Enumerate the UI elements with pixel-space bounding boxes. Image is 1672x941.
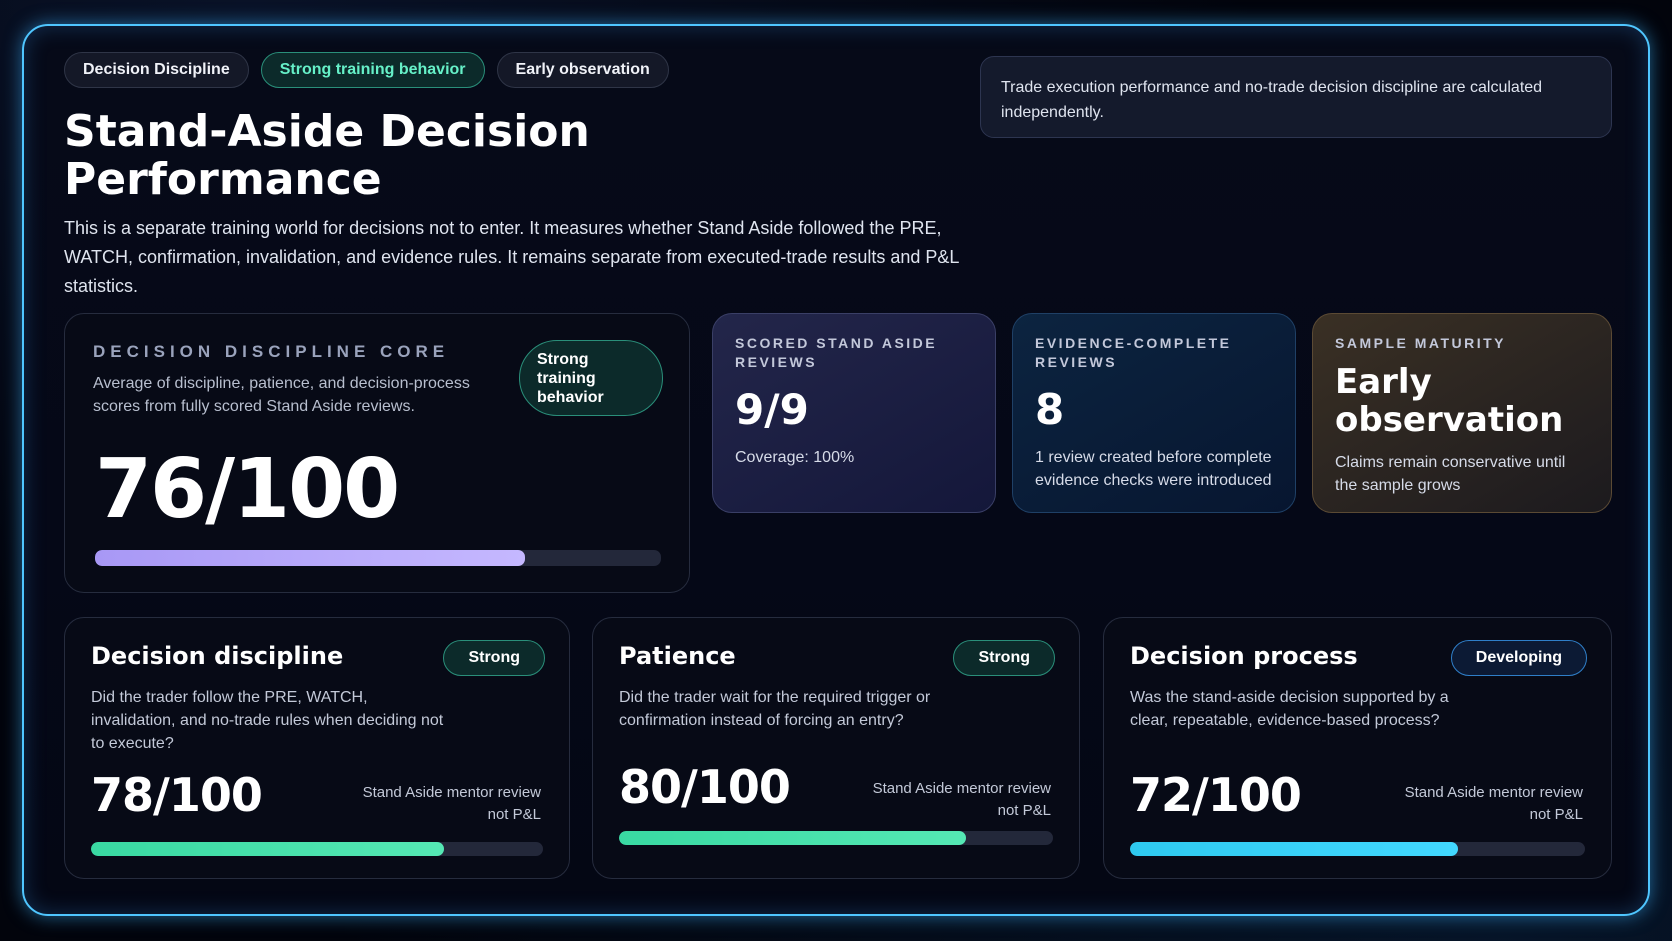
metric-progress-bar bbox=[619, 831, 1053, 845]
metric-score: 78/100 bbox=[91, 768, 263, 822]
stat-value: Early observation bbox=[1335, 362, 1564, 440]
metric-status-badge: Strong bbox=[443, 640, 545, 676]
pill-strong-training-behavior[interactable]: Strong training behavior bbox=[260, 52, 485, 88]
sample-maturity-card: SAMPLE MATURITY Early observation Claims… bbox=[1312, 313, 1612, 513]
core-progress-fill bbox=[95, 550, 526, 566]
stat-label: SCORED STAND ASIDE REVIEWS bbox=[735, 335, 938, 370]
metric-progress-fill bbox=[91, 842, 444, 856]
stat-label: SAMPLE MATURITY bbox=[1335, 335, 1507, 351]
stat-value: 9/9 bbox=[735, 385, 809, 434]
metric-title: Patience bbox=[619, 642, 736, 670]
stat-value: 8 bbox=[1035, 385, 1065, 434]
metric-progress-bar bbox=[91, 842, 543, 856]
core-status-badge: Strong training behavior bbox=[519, 340, 663, 416]
metric-title: Decision process bbox=[1130, 642, 1358, 670]
core-label: DECISION DISCIPLINE CORE bbox=[93, 342, 450, 361]
metric-score: 72/100 bbox=[1130, 768, 1302, 822]
core-progress-bar bbox=[95, 550, 661, 566]
page-description: This is a separate training world for de… bbox=[64, 218, 959, 296]
core-score: 76/100 bbox=[95, 442, 400, 537]
stat-note: Coverage: 100% bbox=[735, 449, 855, 466]
metric-source-note: Stand Aside mentor review not P&L bbox=[1404, 784, 1583, 823]
metric-status-badge: Strong bbox=[953, 640, 1055, 676]
decision-discipline-core-card: DECISION DISCIPLINE CORE Average of disc… bbox=[64, 313, 690, 593]
metric-score: 80/100 bbox=[619, 760, 791, 814]
decision-process-card: Decision process Developing Was the stan… bbox=[1103, 617, 1612, 879]
scored-reviews-card: SCORED STAND ASIDE REVIEWS 9/9 Coverage:… bbox=[712, 313, 996, 513]
page-title: Stand-Aside Decision Performance bbox=[64, 106, 590, 205]
decision-discipline-card: Decision discipline Strong Did the trade… bbox=[64, 617, 570, 879]
metric-status-badge: Developing bbox=[1450, 640, 1587, 676]
stat-note: 1 review created before complete evidenc… bbox=[1035, 449, 1272, 489]
independence-note: Trade execution performance and no-trade… bbox=[980, 56, 1612, 138]
metric-progress-fill bbox=[619, 831, 967, 845]
metric-source-note: Stand Aside mentor review not P&L bbox=[362, 784, 541, 823]
stat-label: EVIDENCE-COMPLETE REVIEWS bbox=[1035, 335, 1232, 370]
metric-title: Decision discipline bbox=[91, 642, 344, 670]
core-subtitle: Average of discipline, patience, and dec… bbox=[93, 375, 470, 415]
metric-description: Did the trader follow the PRE, WATCH, in… bbox=[91, 689, 444, 752]
pill-early-observation[interactable]: Early observation bbox=[496, 52, 669, 88]
metric-progress-bar bbox=[1130, 842, 1585, 856]
patience-card: Patience Strong Did the trader wait for … bbox=[592, 617, 1080, 879]
evidence-complete-card: EVIDENCE-COMPLETE REVIEWS 8 1 review cre… bbox=[1012, 313, 1296, 513]
tag-pills: Decision Discipline Strong training beha… bbox=[64, 52, 669, 88]
metric-source-note: Stand Aside mentor review not P&L bbox=[872, 780, 1051, 819]
stat-note: Claims remain conservative until the sam… bbox=[1335, 454, 1566, 494]
metric-description: Did the trader wait for the required tri… bbox=[619, 689, 931, 729]
metric-progress-fill bbox=[1130, 842, 1458, 856]
pill-decision-discipline[interactable]: Decision Discipline bbox=[64, 52, 249, 88]
metric-description: Was the stand-aside decision supported b… bbox=[1130, 689, 1449, 729]
